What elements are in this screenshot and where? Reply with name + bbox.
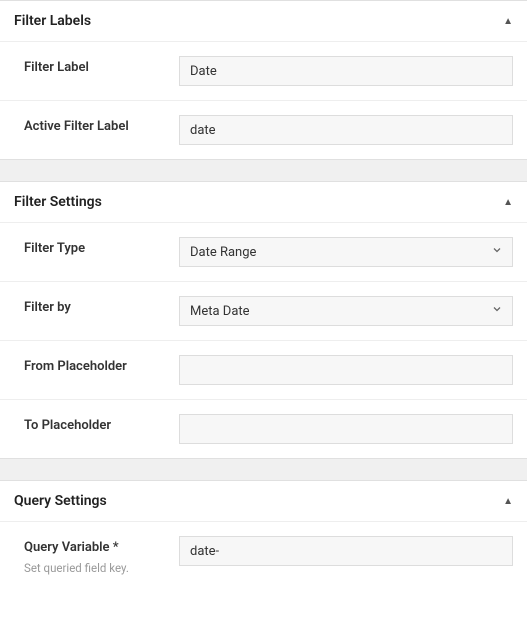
to-placeholder-input[interactable] xyxy=(179,414,513,444)
field-control-col: Meta Date xyxy=(179,296,513,326)
field-row-active-filter-label: Active Filter Label xyxy=(0,100,527,159)
field-row-filter-label: Filter Label xyxy=(0,41,527,100)
field-row-from-placeholder: From Placeholder xyxy=(0,340,527,399)
field-control-col xyxy=(179,56,513,86)
section-separator xyxy=(0,458,527,480)
section-title: Filter Settings xyxy=(14,194,102,210)
section-filter-labels: Filter Labels ▲ Filter Label Active Filt… xyxy=(0,0,527,159)
active-filter-label-input[interactable] xyxy=(179,115,513,145)
from-placeholder-input[interactable] xyxy=(179,355,513,385)
field-label: Active Filter Label xyxy=(24,119,179,134)
section-title: Filter Labels xyxy=(14,13,91,29)
field-row-filter-by: Filter by Meta Date xyxy=(0,281,527,340)
field-label: Filter Label xyxy=(24,60,179,75)
section-header-filter-labels[interactable]: Filter Labels ▲ xyxy=(0,1,527,41)
section-body-filter-settings: Filter Type Date Range Filter by xyxy=(0,222,527,458)
field-label-col: Filter Type xyxy=(24,237,179,256)
section-separator xyxy=(0,159,527,181)
section-header-query-settings[interactable]: Query Settings ▲ xyxy=(0,481,527,521)
field-label-col: Active Filter Label xyxy=(24,115,179,134)
field-control-col xyxy=(179,115,513,145)
field-label: Filter by xyxy=(24,300,179,315)
field-label: To Placeholder xyxy=(24,418,179,433)
caret-up-icon: ▲ xyxy=(503,496,513,507)
field-control-col xyxy=(179,536,513,566)
field-row-query-variable: Query Variable * Set queried field key. xyxy=(0,521,527,589)
field-row-to-placeholder: To Placeholder xyxy=(0,399,527,458)
field-label-col: Query Variable * Set queried field key. xyxy=(24,536,179,575)
caret-up-icon: ▲ xyxy=(503,197,513,208)
filter-by-select[interactable]: Meta Date xyxy=(179,296,513,326)
field-label: From Placeholder xyxy=(24,359,179,374)
section-title: Query Settings xyxy=(14,493,107,509)
field-label: Query Variable * xyxy=(24,540,179,555)
select-wrap: Meta Date xyxy=(179,296,513,326)
field-label-col: To Placeholder xyxy=(24,414,179,433)
section-body-filter-labels: Filter Label Active Filter Label xyxy=(0,41,527,159)
section-filter-settings: Filter Settings ▲ Filter Type Date Range xyxy=(0,181,527,458)
field-row-filter-type: Filter Type Date Range xyxy=(0,222,527,281)
filter-type-select[interactable]: Date Range xyxy=(179,237,513,267)
field-help-text: Set queried field key. xyxy=(24,561,179,575)
filter-label-input[interactable] xyxy=(179,56,513,86)
query-variable-input[interactable] xyxy=(179,536,513,566)
field-control-col xyxy=(179,414,513,444)
field-control-col: Date Range xyxy=(179,237,513,267)
section-header-filter-settings[interactable]: Filter Settings ▲ xyxy=(0,182,527,222)
select-wrap: Date Range xyxy=(179,237,513,267)
field-label-col: From Placeholder xyxy=(24,355,179,374)
field-label-col: Filter by xyxy=(24,296,179,315)
field-control-col xyxy=(179,355,513,385)
section-query-settings: Query Settings ▲ Query Variable * Set qu… xyxy=(0,480,527,589)
caret-up-icon: ▲ xyxy=(503,16,513,27)
field-label: Filter Type xyxy=(24,241,179,256)
field-label-col: Filter Label xyxy=(24,56,179,75)
section-body-query-settings: Query Variable * Set queried field key. xyxy=(0,521,527,589)
